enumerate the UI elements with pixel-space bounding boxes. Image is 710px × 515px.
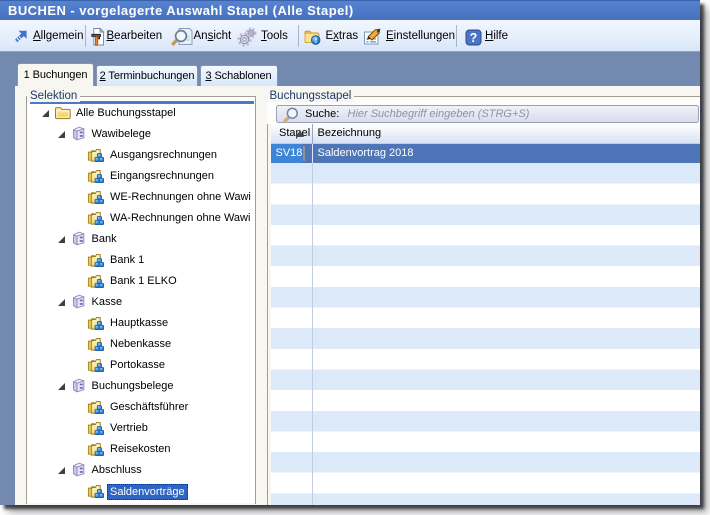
svg-text:?: ?: [469, 31, 477, 45]
